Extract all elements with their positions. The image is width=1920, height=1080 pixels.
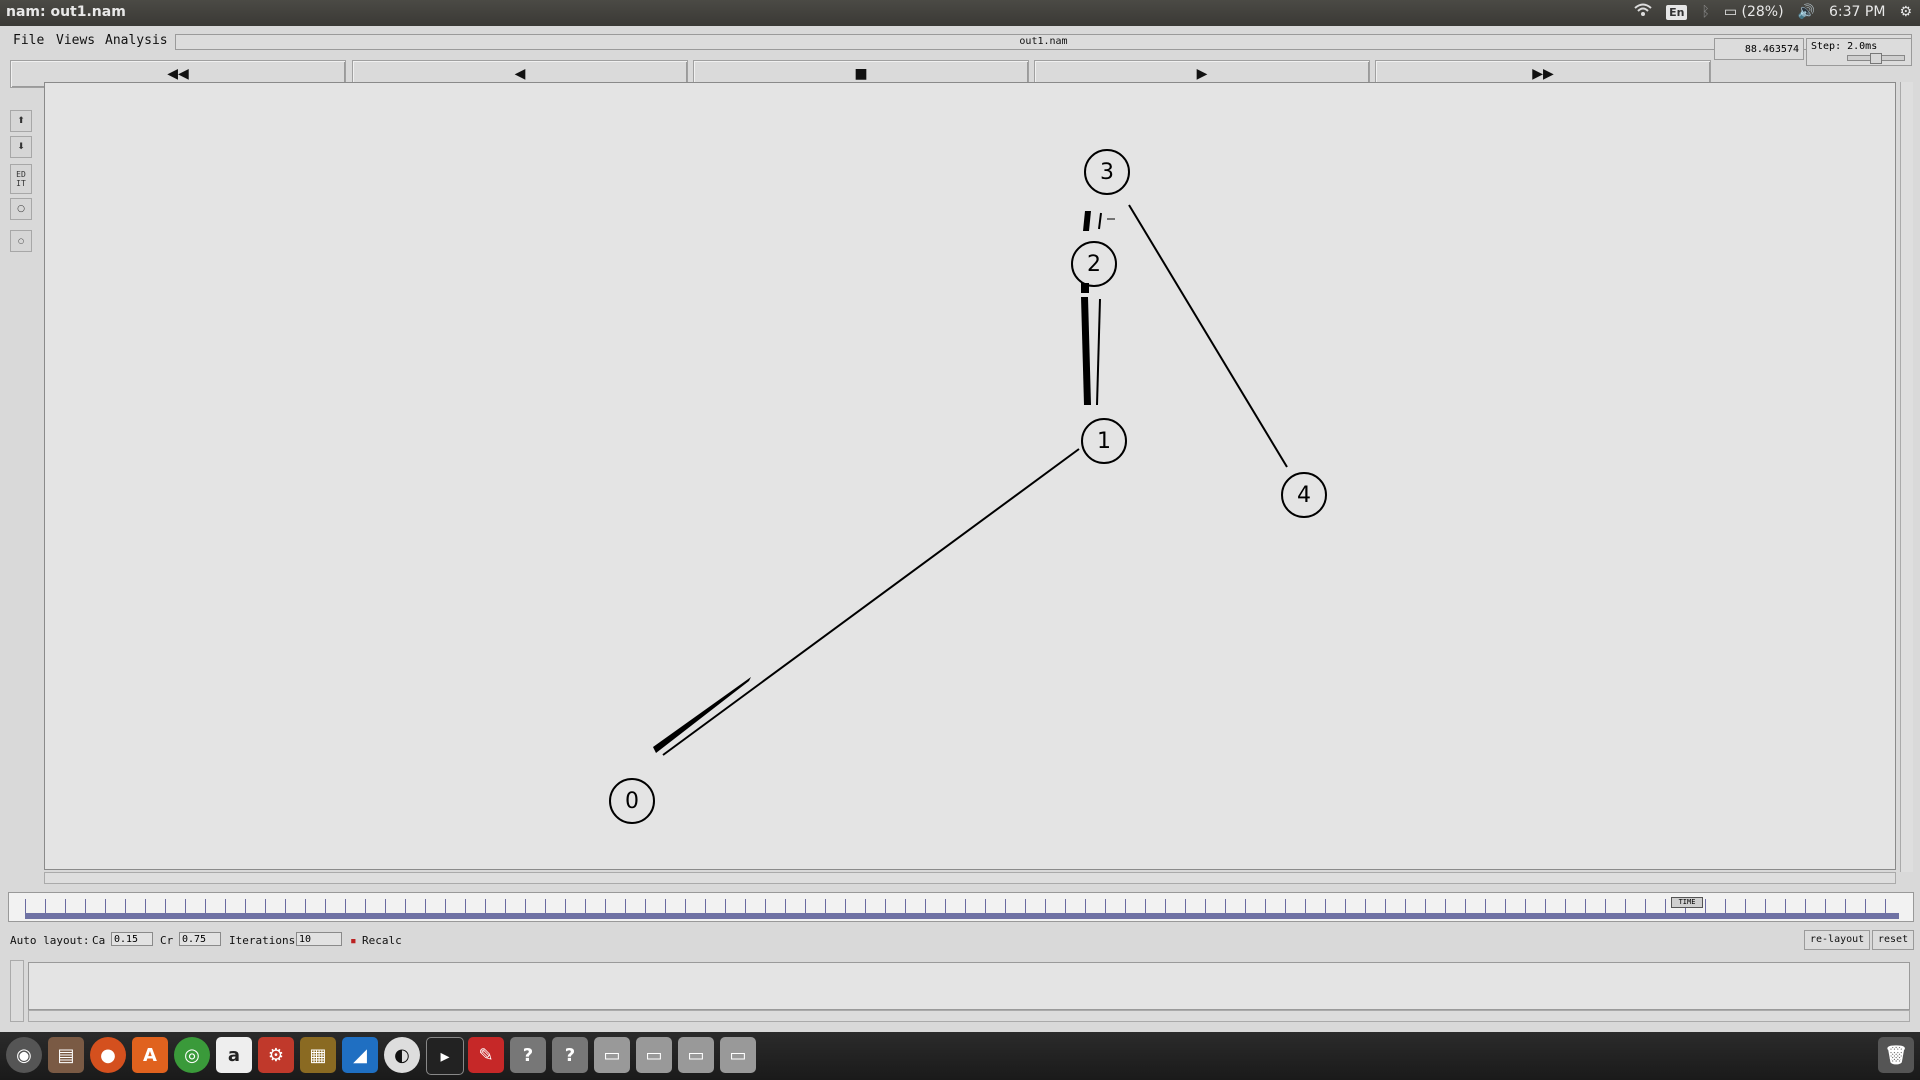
auto-layout-bar: Auto layout: Ca Cr Iterations ▪ Recalc r… xyxy=(0,930,1920,952)
stop-icon: ■ xyxy=(854,66,868,82)
back-icon: ◀ xyxy=(514,66,526,82)
node-label: 2 xyxy=(1087,251,1101,277)
system-settings-icon[interactable]: ⚙ xyxy=(258,1037,294,1073)
time-slider[interactable]: TIME xyxy=(8,892,1914,922)
node-0[interactable]: 0 xyxy=(609,778,655,824)
filename-display: out1.nam xyxy=(175,34,1912,50)
menu-views[interactable]: Views xyxy=(56,33,95,48)
firefox-icon[interactable]: ● xyxy=(90,1037,126,1073)
keyboard-language-indicator[interactable]: En xyxy=(1666,4,1688,20)
node-1[interactable]: 1 xyxy=(1081,418,1127,464)
step-label: Step: 2.0ms xyxy=(1811,41,1878,52)
packet-flow-1-2 xyxy=(1081,297,1091,405)
circle-large-icon[interactable]: ○ xyxy=(10,198,32,220)
software-center-icon[interactable]: A xyxy=(132,1037,168,1073)
auto-layout-label: Auto layout: xyxy=(10,934,90,947)
cr-label: Cr xyxy=(160,934,174,947)
annotation-horizontal-scrollbar[interactable] xyxy=(28,1010,1910,1022)
rewind-icon: ◀◀ xyxy=(167,66,189,82)
circle-small-icon[interactable]: ○ xyxy=(10,230,32,252)
zoom-out-icon[interactable]: ⬇ xyxy=(10,136,32,158)
files-icon[interactable]: ▤ xyxy=(48,1037,84,1073)
drive-icon[interactable]: ▭ xyxy=(594,1037,630,1073)
time-slider-handle[interactable]: TIME xyxy=(1671,897,1703,908)
menu-file[interactable]: File xyxy=(13,33,44,48)
chrome-icon[interactable]: ◎ xyxy=(174,1037,210,1073)
drive-icon[interactable]: ▭ xyxy=(636,1037,672,1073)
wireshark-icon[interactable]: ◢ xyxy=(342,1037,378,1073)
media-icon[interactable]: ◐ xyxy=(384,1037,420,1073)
canvas-vertical-scrollbar[interactable] xyxy=(1900,82,1913,872)
ubuntu-home-icon[interactable]: ◉ xyxy=(6,1037,42,1073)
node-label: 3 xyxy=(1100,159,1114,185)
ca-input[interactable] xyxy=(111,932,153,946)
step-slider[interactable] xyxy=(1847,53,1905,64)
simulation-time-display: 88.463574 xyxy=(1714,38,1804,60)
recalc-label: Recalc xyxy=(362,934,402,947)
battery-icon: ▭ xyxy=(1723,4,1738,20)
step-control: Step: 2.0ms xyxy=(1806,38,1912,66)
battery-status[interactable]: ▭ (28%) xyxy=(1724,4,1784,20)
node-label: 4 xyxy=(1297,482,1311,508)
iterations-input[interactable] xyxy=(296,932,342,946)
topology-drawing xyxy=(653,204,1288,756)
unknown-app-icon[interactable]: ? xyxy=(552,1037,588,1073)
packet-small-2-3 xyxy=(1098,212,1102,230)
iterations-label: Iterations xyxy=(229,934,296,947)
play-icon: ▶ xyxy=(1196,66,1208,82)
node-label: 1 xyxy=(1097,428,1111,454)
window-title: nam: out1.nam xyxy=(6,4,126,20)
node-2[interactable]: 2 xyxy=(1071,241,1117,287)
launcher-dock: ◉ ▤ ● A ◎ a ⚙ ▦ ◢ ◐ ▸ ✎ ? ? ▭ ▭ ▭ ▭ 🗑 xyxy=(0,1032,1920,1080)
system-top-bar: nam: out1.nam En ᛒ ▭ (28%) 🔊 6:37 PM ⚙ xyxy=(0,0,1920,26)
node-4[interactable]: 4 xyxy=(1281,472,1327,518)
node-3[interactable]: 3 xyxy=(1084,149,1130,195)
drive-icon[interactable]: ▭ xyxy=(678,1037,714,1073)
recalc-checkbox[interactable]: ▪ xyxy=(350,934,357,947)
fast-forward-icon: ▶▶ xyxy=(1532,66,1554,82)
node-label: 0 xyxy=(625,788,639,814)
edit-icon[interactable]: ED IT xyxy=(10,164,32,194)
document-viewer-icon[interactable]: ✎ xyxy=(468,1037,504,1073)
link-1-2 xyxy=(1096,298,1101,406)
amazon-icon[interactable]: a xyxy=(216,1037,252,1073)
system-tray: En ᛒ ▭ (28%) 🔊 6:37 PM ⚙ xyxy=(1634,3,1912,21)
tool-strip: ⬆ ⬇ ED IT ○ ○ xyxy=(6,82,32,882)
ca-label: Ca xyxy=(92,934,106,947)
network-canvas[interactable]: 0 1 2 3 4 xyxy=(44,82,1896,870)
menu-analysis[interactable]: Analysis xyxy=(105,33,168,48)
terminal-icon[interactable]: ▸ xyxy=(426,1037,464,1075)
timeline-ticks xyxy=(25,899,1899,919)
link-3-4 xyxy=(1128,204,1288,468)
zoom-in-icon[interactable]: ⬆ xyxy=(10,110,32,132)
link-0-1 xyxy=(662,448,1080,756)
volume-icon[interactable]: 🔊 xyxy=(1798,4,1815,20)
canvas-horizontal-scrollbar[interactable] xyxy=(44,872,1896,884)
step-slider-handle[interactable] xyxy=(1870,53,1882,64)
unknown-app-icon[interactable]: ? xyxy=(510,1037,546,1073)
reset-button[interactable]: reset xyxy=(1872,930,1915,950)
packet-flow-2-3 xyxy=(1083,211,1091,231)
drive-icon[interactable]: ▭ xyxy=(720,1037,756,1073)
packet-flow-0-1 xyxy=(653,677,751,753)
wifi-icon[interactable] xyxy=(1634,3,1652,21)
menu-bar: File Views Analysis out1.nam xyxy=(0,26,1920,56)
relayout-button[interactable]: re-layout xyxy=(1804,930,1871,950)
annotation-panel[interactable] xyxy=(28,962,1910,1010)
bluetooth-icon[interactable]: ᛒ xyxy=(1701,4,1709,20)
trash-icon[interactable]: 🗑 xyxy=(1878,1037,1914,1073)
cr-input[interactable] xyxy=(179,932,221,946)
dosbox-icon[interactable]: ▦ xyxy=(300,1037,336,1073)
clock[interactable]: 6:37 PM xyxy=(1829,4,1885,20)
annotation-vertical-scrollbar[interactable] xyxy=(10,960,24,1022)
gear-icon[interactable]: ⚙ xyxy=(1899,4,1912,20)
